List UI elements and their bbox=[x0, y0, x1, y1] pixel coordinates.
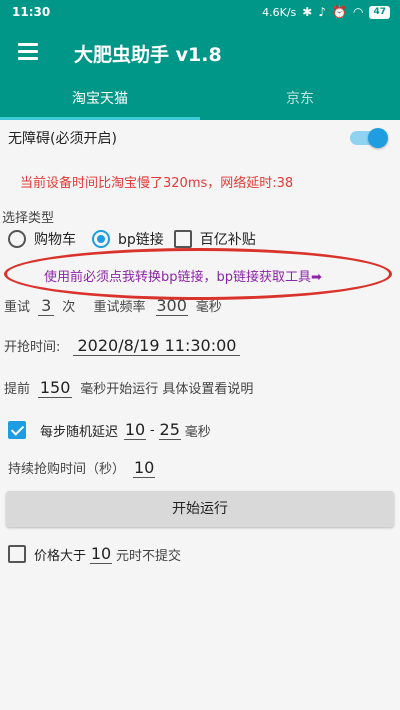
app-title: 大肥虫助手 v1.8 bbox=[74, 44, 222, 66]
start-time-label: 开抢时间: bbox=[4, 340, 61, 355]
advance-prefix: 提前 bbox=[4, 382, 31, 397]
random-delay-row: 每步随机延迟 10 - 25 毫秒 bbox=[8, 418, 400, 442]
duration-field[interactable]: 10 bbox=[133, 458, 156, 478]
retry-prefix: 重试 bbox=[4, 300, 31, 315]
battery-icon: 47 bbox=[369, 5, 390, 19]
start-button[interactable]: 开始运行 bbox=[6, 491, 394, 527]
status-time: 11:30 bbox=[12, 5, 51, 19]
bp-link-notice[interactable]: 使用前必须点我转换bp链接，bp链接获取工具➡ bbox=[44, 266, 384, 285]
random-delay-checkbox[interactable] bbox=[8, 421, 26, 439]
status-icons: 4.6K/s ✱ ♪ ⏰ ◠ 47 bbox=[262, 5, 390, 19]
retry-count-field[interactable]: 3 bbox=[38, 296, 55, 316]
advance-field[interactable]: 150 bbox=[38, 378, 73, 398]
toggle-knob bbox=[368, 128, 388, 148]
accessibility-toggle[interactable] bbox=[350, 128, 388, 148]
app-bar: 大肥虫助手 v1.8 bbox=[0, 26, 400, 80]
tab-taobao[interactable]: 淘宝天猫 bbox=[0, 80, 200, 120]
price-limit-field[interactable]: 10 bbox=[90, 544, 113, 564]
random-delay-min-field[interactable]: 10 bbox=[124, 420, 147, 440]
radio-bp-link[interactable] bbox=[92, 230, 110, 248]
price-limit-row: 价格大于 10 元时不提交 bbox=[8, 542, 400, 566]
random-delay-dash: - bbox=[150, 422, 155, 438]
random-delay-unit: 毫秒 bbox=[184, 424, 211, 440]
retry-freq-unit: 毫秒 bbox=[195, 300, 222, 315]
accessibility-label: 无障碍(必须开启) bbox=[8, 131, 117, 147]
radio-cart[interactable] bbox=[8, 230, 26, 248]
price-limit-prefix: 价格大于 bbox=[34, 548, 87, 564]
tab-jd[interactable]: 京东 bbox=[200, 80, 400, 120]
retry-freq-field[interactable]: 300 bbox=[155, 296, 188, 316]
radio-cart-label[interactable]: 购物车 bbox=[34, 229, 76, 249]
advance-suffix: 毫秒开始运行 具体设置看说明 bbox=[80, 382, 254, 397]
select-type-label: 选择类型 bbox=[2, 211, 55, 226]
select-type-group: 购物车 bp链接 百亿补贴 bbox=[8, 228, 400, 250]
start-time-row: 开抢时间: 2020/8/19 11:30:00 bbox=[4, 336, 400, 360]
random-delay-label: 每步随机延迟 bbox=[40, 424, 119, 440]
price-limit-checkbox[interactable] bbox=[8, 545, 26, 563]
price-limit-suffix: 元时不提交 bbox=[116, 548, 182, 564]
wifi-icon: ◠ bbox=[352, 5, 364, 19]
retry-row: 重试 3 次 重试频率 300 毫秒 bbox=[4, 296, 400, 318]
tab-indicator bbox=[0, 117, 200, 120]
tab-bar: 淘宝天猫 京东 bbox=[0, 80, 400, 120]
duration-row: 持续抢购时间（秒） 10 bbox=[8, 458, 400, 482]
device-time-notice: 当前设备时间比淘宝慢了320ms，网络延时:38 bbox=[20, 176, 294, 191]
status-bar: 11:30 4.6K/s ✱ ♪ ⏰ ◠ 47 bbox=[0, 0, 400, 26]
retry-count-unit: 次 bbox=[62, 300, 76, 315]
accessibility-row: 无障碍(必须开启) bbox=[0, 126, 400, 148]
duration-label: 持续抢购时间（秒） bbox=[8, 462, 126, 477]
mute-icon: ♪ bbox=[318, 5, 327, 19]
advance-row: 提前 150 毫秒开始运行 具体设置看说明 bbox=[4, 378, 400, 402]
alarm-icon: ⏰ bbox=[332, 5, 347, 19]
battery-level: 47 bbox=[373, 6, 386, 17]
bluetooth-icon: ✱ bbox=[302, 5, 313, 19]
checkbox-subsidy[interactable] bbox=[173, 230, 192, 248]
radio-bp-link-label[interactable]: bp链接 bbox=[118, 229, 164, 249]
retry-freq-label: 重试频率 bbox=[93, 300, 146, 315]
checkbox-subsidy-label[interactable]: 百亿补贴 bbox=[200, 229, 256, 249]
start-time-field[interactable]: 2020/8/19 11:30:00 bbox=[73, 336, 241, 356]
network-speed: 4.6K/s bbox=[262, 5, 297, 19]
menu-icon[interactable] bbox=[18, 42, 40, 60]
random-delay-max-field[interactable]: 25 bbox=[158, 420, 181, 440]
